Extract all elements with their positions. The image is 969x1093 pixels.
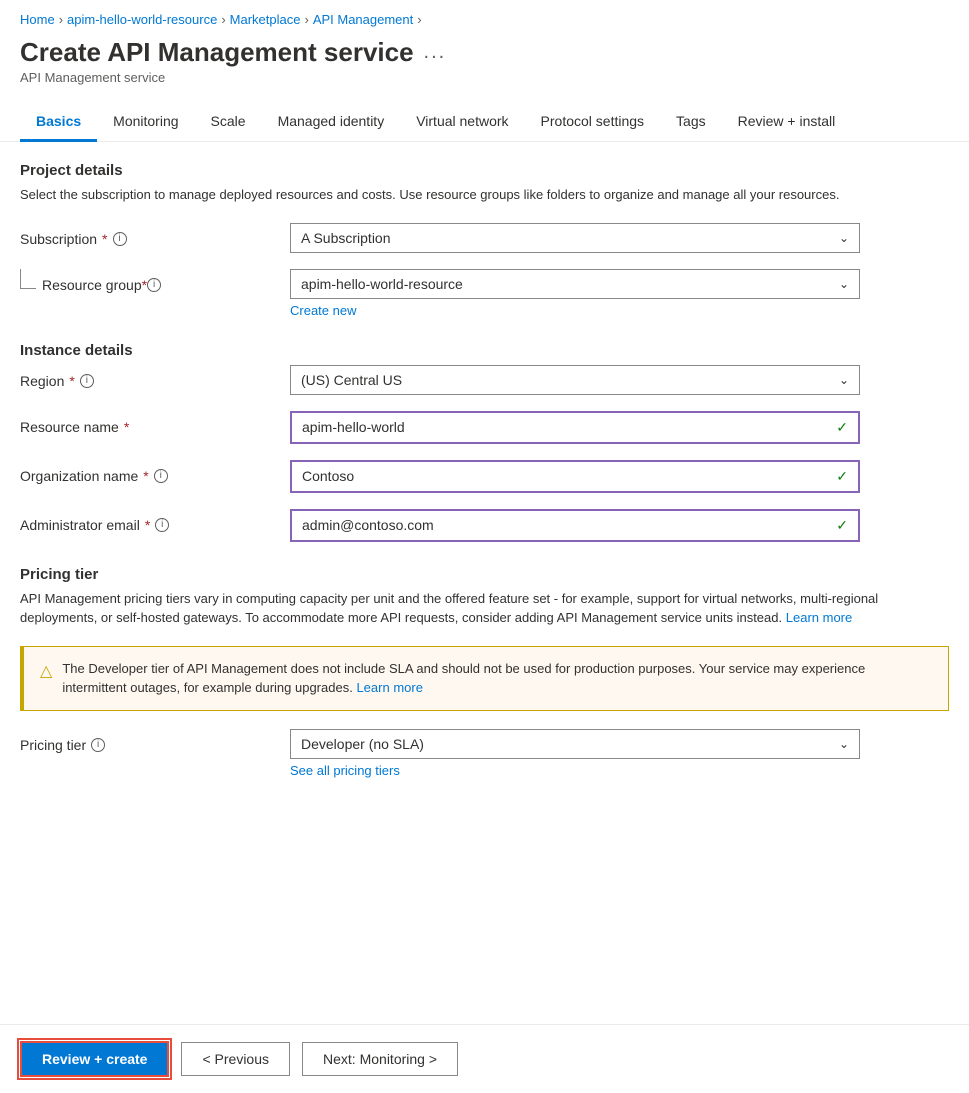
indent-line xyxy=(20,269,36,289)
subscription-label: Subscription * i xyxy=(20,223,270,247)
tab-virtual-network[interactable]: Virtual network xyxy=(400,103,524,142)
organization-name-label: Organization name * i xyxy=(20,460,270,484)
breadcrumb-marketplace[interactable]: Marketplace xyxy=(230,12,301,27)
organization-name-control: Contoso ✓ xyxy=(290,460,860,493)
resource-name-row: Resource name * apim-hello-world ✓ xyxy=(20,411,949,444)
chevron-down-icon: ⌄ xyxy=(839,231,849,245)
pricing-learn-more-link[interactable]: Learn more xyxy=(786,610,852,625)
breadcrumb-api-management[interactable]: API Management xyxy=(313,12,413,27)
project-details-section: Project details Select the subscription … xyxy=(20,162,949,318)
pricing-tier-control: Developer (no SLA) ⌄ See all pricing tie… xyxy=(290,729,860,778)
resource-group-row: Resource group * i apim-hello-world-reso… xyxy=(20,269,949,318)
check-icon: ✓ xyxy=(836,419,848,436)
pricing-tier-dropdown[interactable]: Developer (no SLA) ⌄ xyxy=(290,729,860,759)
chevron-down-icon: ⌄ xyxy=(839,737,849,751)
region-value: (US) Central US xyxy=(301,372,402,388)
region-control: (US) Central US ⌄ xyxy=(290,365,860,395)
resource-name-label: Resource name * xyxy=(20,411,270,435)
resource-name-value: apim-hello-world xyxy=(302,419,405,435)
region-required: * xyxy=(69,373,74,389)
breadcrumb: Home › apim-hello-world-resource › Marke… xyxy=(0,0,969,33)
resource-group-label: Resource group * i xyxy=(20,269,270,293)
resource-group-dropdown[interactable]: apim-hello-world-resource ⌄ xyxy=(290,269,860,299)
tab-tags[interactable]: Tags xyxy=(660,103,722,142)
subscription-dropdown[interactable]: A Subscription ⌄ xyxy=(290,223,860,253)
page-title: Create API Management service xyxy=(20,37,414,68)
organization-name-required: * xyxy=(143,468,148,484)
page-title-ellipsis[interactable]: ... xyxy=(424,41,447,64)
chevron-down-icon: ⌄ xyxy=(839,277,849,291)
breadcrumb-resource[interactable]: apim-hello-world-resource xyxy=(67,12,217,27)
organization-name-value: Contoso xyxy=(302,468,354,484)
page-subtitle: API Management service xyxy=(20,70,949,85)
pricing-tier-title: Pricing tier xyxy=(20,566,949,583)
pricing-tier-info-icon[interactable]: i xyxy=(91,738,105,752)
organization-name-input[interactable]: Contoso ✓ xyxy=(290,460,860,493)
resource-group-control: apim-hello-world-resource ⌄ Create new xyxy=(290,269,860,318)
subscription-value: A Subscription xyxy=(301,230,391,246)
subscription-row: Subscription * i A Subscription ⌄ xyxy=(20,223,949,253)
footer-bar: Review + create < Previous Next: Monitor… xyxy=(0,1024,969,1093)
admin-email-row: Administrator email * i admin@contoso.co… xyxy=(20,509,949,542)
subscription-control: A Subscription ⌄ xyxy=(290,223,860,253)
admin-email-label: Administrator email * i xyxy=(20,509,270,533)
resource-name-required: * xyxy=(124,419,129,435)
pricing-tier-value: Developer (no SLA) xyxy=(301,736,424,752)
review-create-button[interactable]: Review + create xyxy=(20,1041,169,1077)
content-area: Project details Select the subscription … xyxy=(0,142,969,778)
pricing-tier-desc: API Management pricing tiers vary in com… xyxy=(20,589,949,628)
admin-email-input[interactable]: admin@contoso.com ✓ xyxy=(290,509,860,542)
instance-details-title: Instance details xyxy=(20,342,949,359)
tabs-bar: Basics Monitoring Scale Managed identity… xyxy=(0,103,969,142)
warning-box: △ The Developer tier of API Management d… xyxy=(20,646,949,711)
region-info-icon[interactable]: i xyxy=(80,374,94,388)
create-new-link[interactable]: Create new xyxy=(290,303,356,318)
organization-name-info-icon[interactable]: i xyxy=(154,469,168,483)
subscription-required: * xyxy=(102,231,107,247)
region-row: Region * i (US) Central US ⌄ xyxy=(20,365,949,395)
previous-button[interactable]: < Previous xyxy=(181,1042,290,1076)
pricing-tier-section: Pricing tier API Management pricing tier… xyxy=(20,566,949,778)
project-details-desc: Select the subscription to manage deploy… xyxy=(20,185,949,205)
region-label: Region * i xyxy=(20,365,270,389)
chevron-down-icon: ⌄ xyxy=(839,373,849,387)
check-icon: ✓ xyxy=(836,468,848,485)
tab-scale[interactable]: Scale xyxy=(195,103,262,142)
project-details-title: Project details xyxy=(20,162,949,179)
resource-group-value: apim-hello-world-resource xyxy=(301,276,463,292)
admin-email-info-icon[interactable]: i xyxy=(155,518,169,532)
admin-email-control: admin@contoso.com ✓ xyxy=(290,509,860,542)
organization-name-row: Organization name * i Contoso ✓ xyxy=(20,460,949,493)
tab-managed-identity[interactable]: Managed identity xyxy=(262,103,401,142)
pricing-tier-row: Pricing tier i Developer (no SLA) ⌄ See … xyxy=(20,729,949,778)
see-all-pricing-tiers-link[interactable]: See all pricing tiers xyxy=(290,763,400,778)
tab-review-install[interactable]: Review + install xyxy=(722,103,852,142)
tab-basics[interactable]: Basics xyxy=(20,103,97,142)
check-icon: ✓ xyxy=(836,517,848,534)
subscription-info-icon[interactable]: i xyxy=(113,232,127,246)
admin-email-required: * xyxy=(145,517,150,533)
resource-group-info-icon[interactable]: i xyxy=(147,278,161,292)
warning-icon: △ xyxy=(40,660,52,684)
next-monitoring-button[interactable]: Next: Monitoring > xyxy=(302,1042,458,1076)
instance-details-section: Instance details Region * i (US) Central… xyxy=(20,342,949,542)
page-header: Create API Management service ... API Ma… xyxy=(0,33,969,93)
tab-protocol-settings[interactable]: Protocol settings xyxy=(525,103,661,142)
warning-text: The Developer tier of API Management doe… xyxy=(62,659,932,698)
resource-name-control: apim-hello-world ✓ xyxy=(290,411,860,444)
admin-email-value: admin@contoso.com xyxy=(302,517,434,533)
tab-monitoring[interactable]: Monitoring xyxy=(97,103,194,142)
breadcrumb-home[interactable]: Home xyxy=(20,12,55,27)
region-dropdown[interactable]: (US) Central US ⌄ xyxy=(290,365,860,395)
pricing-tier-label: Pricing tier i xyxy=(20,729,270,753)
warning-learn-more-link[interactable]: Learn more xyxy=(356,680,422,695)
resource-name-input[interactable]: apim-hello-world ✓ xyxy=(290,411,860,444)
